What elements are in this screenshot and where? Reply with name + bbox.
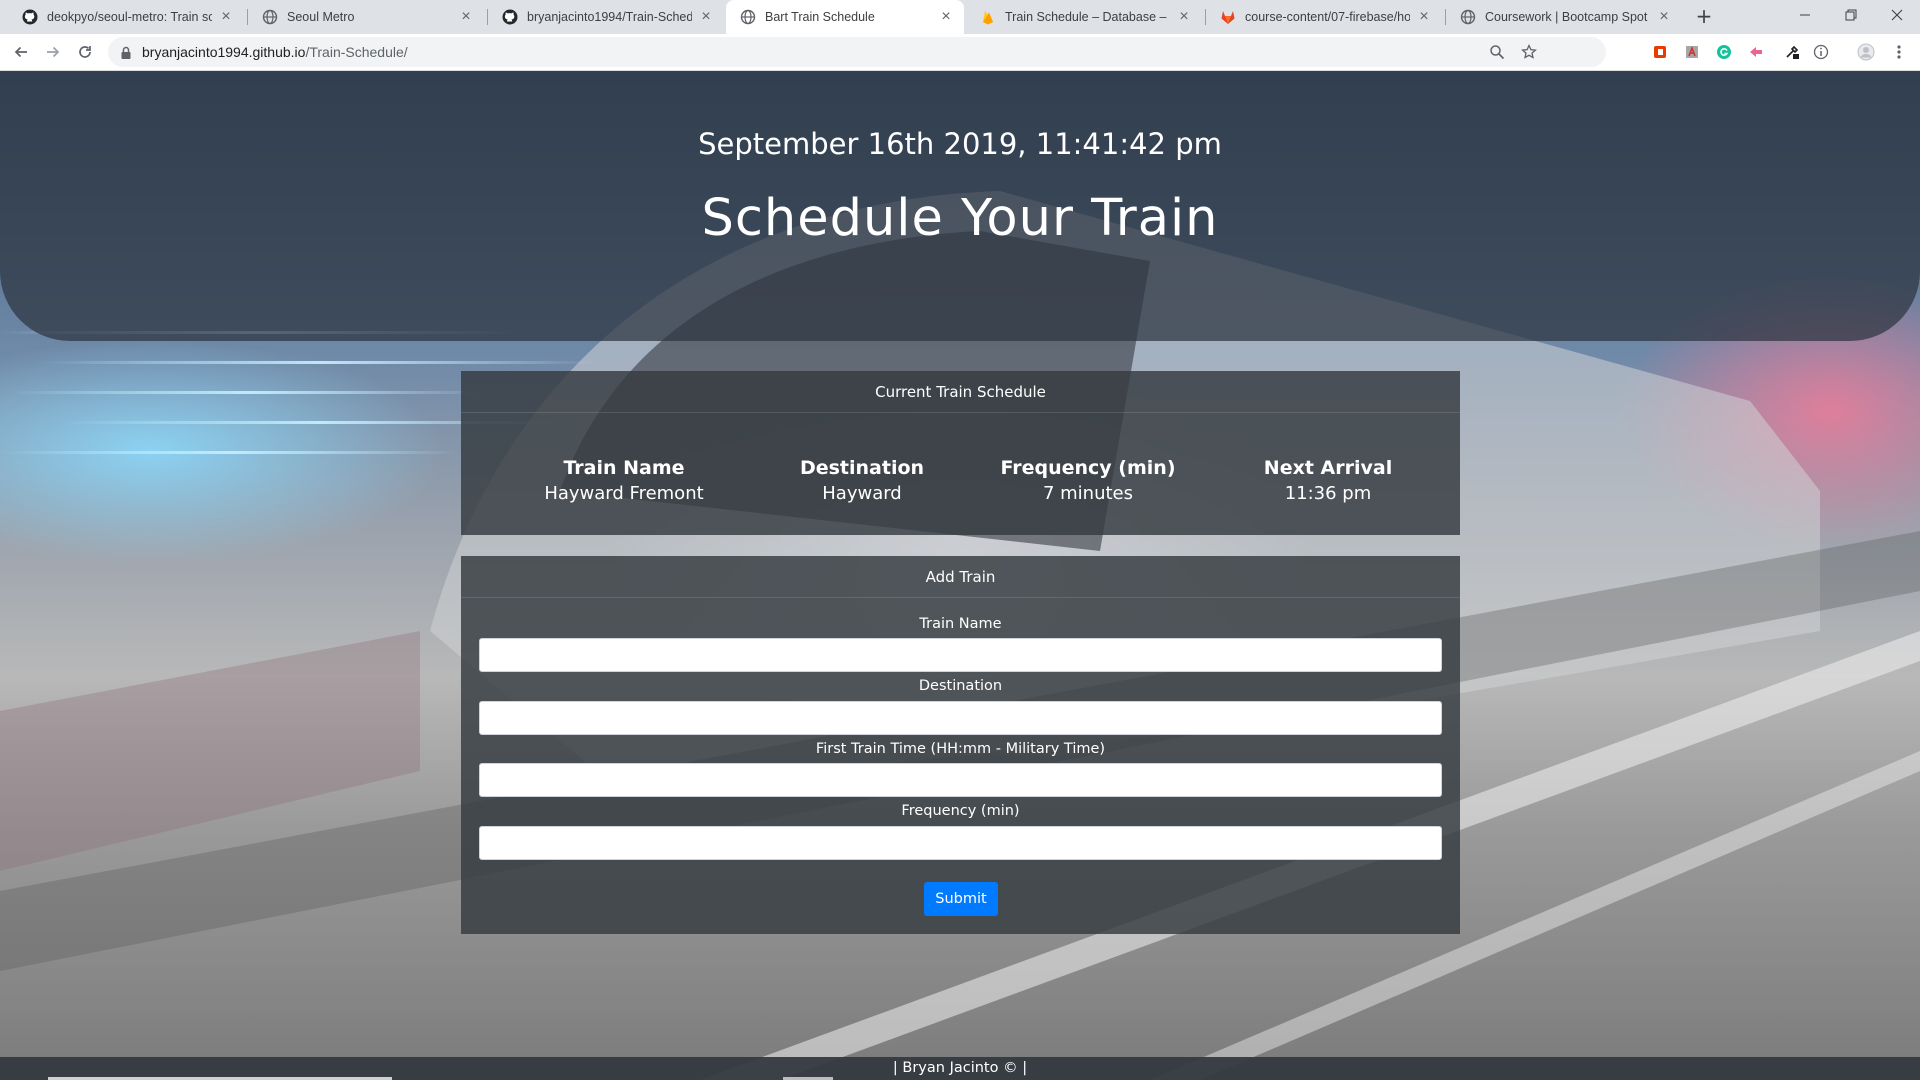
train-name-input[interactable]: [479, 638, 1442, 672]
profile-avatar-icon[interactable]: [1857, 43, 1875, 61]
address-bar[interactable]: bryanjacinto1994.github.io/Train-Schedul…: [108, 37, 1606, 67]
page-viewport: September 16th 2019, 11:41:42 pm Schedul…: [0, 71, 1920, 1080]
frequency-input[interactable]: [479, 826, 1442, 860]
globe-icon: [740, 9, 756, 25]
github-icon: [22, 9, 38, 25]
tab-0[interactable]: deokpyo/seoul-metro: Train sche ×: [8, 0, 244, 34]
schedule-panel: Current Train Schedule Train Name Haywar…: [461, 371, 1460, 535]
page-title: Schedule Your Train: [701, 189, 1219, 248]
globe-icon: [1460, 9, 1476, 25]
tab-4[interactable]: Train Schedule – Database – Fireb ×: [966, 0, 1202, 34]
star-icon[interactable]: [1521, 44, 1537, 60]
current-datetime: September 16th 2019, 11:41:42 pm: [698, 127, 1222, 161]
firebase-icon: [980, 9, 996, 25]
add-train-heading: Add Train: [461, 556, 1460, 598]
column-frequency: Frequency (min) 7 minutes: [1000, 457, 1175, 504]
train-name-label: Train Name: [919, 616, 1002, 632]
close-icon[interactable]: ×: [458, 9, 474, 25]
schedule-heading: Current Train Schedule: [461, 371, 1460, 413]
close-icon[interactable]: ×: [698, 9, 714, 25]
close-window-icon[interactable]: [1874, 0, 1920, 30]
close-icon[interactable]: ×: [1416, 9, 1432, 25]
back-icon[interactable]: [9, 40, 33, 64]
restore-icon[interactable]: [1828, 0, 1874, 30]
column-header: Next Arrival: [1263, 457, 1393, 479]
tab-title: deokpyo/seoul-metro: Train sche: [47, 10, 212, 24]
lock-icon[interactable]: [120, 45, 132, 64]
menu-kebab-icon[interactable]: [1890, 43, 1908, 61]
new-tab-button[interactable]: +: [1692, 5, 1716, 29]
add-train-panel: Add Train Train Name Destination First T…: [461, 556, 1460, 934]
info-extension-icon[interactable]: [1812, 43, 1830, 61]
gitlab-icon: [1220, 9, 1236, 25]
tab-3-active[interactable]: Bart Train Schedule ×: [726, 0, 964, 34]
destination-input[interactable]: [479, 701, 1442, 735]
column-destination: Destination Hayward: [800, 457, 924, 504]
destination-label: Destination: [918, 678, 1003, 694]
column-header: Frequency (min): [1000, 457, 1176, 479]
grammarly-icon[interactable]: [1715, 43, 1733, 61]
tab-1[interactable]: Seoul Metro ×: [248, 0, 484, 34]
column-header: Destination: [799, 457, 925, 479]
close-icon[interactable]: ×: [1176, 9, 1192, 25]
column-train-name: Train Name Hayward Fremont: [544, 457, 703, 504]
reload-icon[interactable]: [73, 40, 97, 64]
table-cell: Hayward Fremont: [544, 483, 704, 504]
pdf-extension-icon[interactable]: [1683, 43, 1701, 61]
tab-title: Seoul Metro: [287, 10, 355, 24]
table-cell: 7 minutes: [1042, 483, 1134, 504]
page-header: September 16th 2019, 11:41:42 pm Schedul…: [0, 71, 1920, 341]
minimize-icon[interactable]: [1782, 0, 1828, 30]
eyedropper-icon[interactable]: [1783, 43, 1801, 61]
tab-title: Coursework | Bootcamp Spot: [1485, 10, 1648, 24]
table-cell: 11:36 pm: [1284, 483, 1372, 504]
close-icon[interactable]: ×: [1656, 9, 1672, 25]
tab-title: course-content/07-firebase/hom: [1245, 10, 1410, 24]
tab-6[interactable]: Coursework | Bootcamp Spot ×: [1446, 0, 1682, 34]
zoom-icon[interactable]: [1489, 44, 1505, 60]
tab-title: Bart Train Schedule: [765, 10, 875, 24]
url-text: bryanjacinto1994.github.io/Train-Schedul…: [142, 44, 408, 60]
column-header: Train Name: [563, 457, 685, 479]
frequency-label: Frequency (min): [901, 803, 1020, 819]
table-cell: Hayward: [822, 483, 902, 504]
tab-2[interactable]: bryanjacinto1994/Train-Schedule ×: [488, 0, 724, 34]
extension-arrow-icon[interactable]: [1747, 43, 1765, 61]
globe-icon: [262, 9, 278, 25]
forward-icon[interactable]: [41, 40, 65, 64]
tab-title: Train Schedule – Database – Fireb: [1005, 10, 1170, 24]
first-train-time-input[interactable]: [479, 763, 1442, 797]
close-icon[interactable]: ×: [218, 9, 234, 25]
submit-button[interactable]: Submit: [924, 882, 998, 916]
browser-toolbar: bryanjacinto1994.github.io/Train-Schedul…: [0, 34, 1920, 71]
tab-strip: deokpyo/seoul-metro: Train sche × Seoul …: [0, 0, 1920, 34]
first-train-time-label: First Train Time (HH:mm - Military Time): [815, 741, 1106, 757]
column-next-arrival: Next Arrival 11:36 pm: [1264, 457, 1392, 504]
close-icon[interactable]: ×: [938, 9, 954, 25]
tab-5[interactable]: course-content/07-firebase/hom ×: [1206, 0, 1442, 34]
github-icon: [502, 9, 518, 25]
tab-title: bryanjacinto1994/Train-Schedule: [527, 10, 692, 24]
office-extension-icon[interactable]: [1651, 43, 1669, 61]
